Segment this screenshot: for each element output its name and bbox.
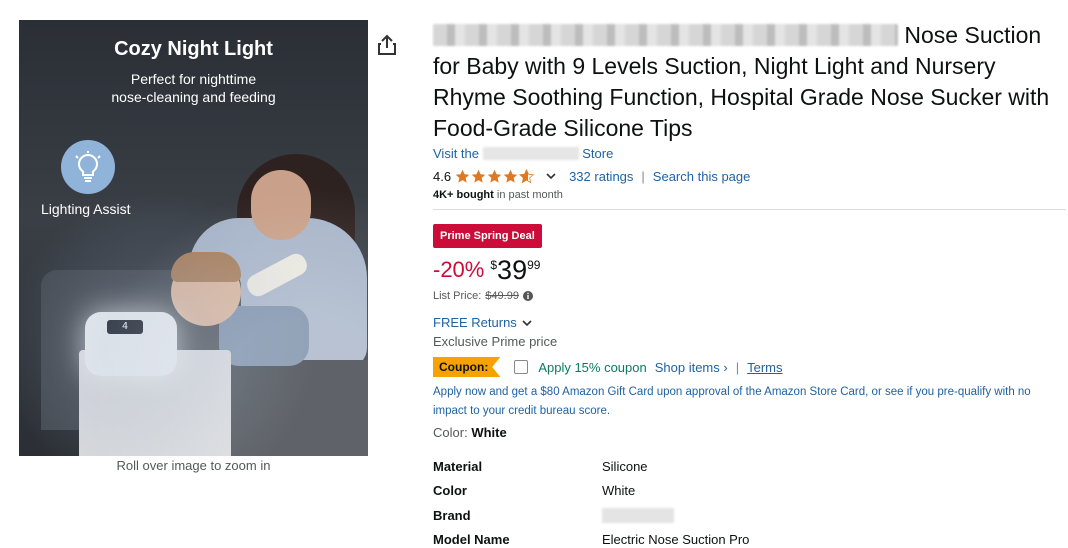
coupon-row: Coupon: Apply 15% coupon Shop items › | … — [433, 357, 1063, 377]
chevron-down-icon[interactable] — [545, 170, 557, 182]
price-whole: 39 — [497, 255, 528, 285]
chevron-down-icon — [522, 319, 532, 326]
list-price: List Price: $49.99 — [433, 290, 1063, 302]
selected-color: Color: White — [433, 425, 507, 440]
price-row: -20% $ 39 99 — [433, 256, 1063, 286]
rating-value: 4.6 — [433, 168, 452, 184]
product-title: Nose Suction for Baby with 9 Levels Suct… — [433, 22, 1050, 141]
price-fraction: 99 — [527, 258, 541, 272]
product-details: Nose Suction for Baby with 9 Levels Suct… — [433, 20, 1066, 548]
rating-row: 4.6 332 ratings | Search this page — [433, 168, 751, 184]
shop-items-link[interactable]: Shop items › — [655, 360, 728, 375]
spec-table: Material Silicone Color White Brand Mode… — [433, 454, 1063, 548]
store-card-offer-link[interactable]: Apply now and get a $80 Amazon Gift Card… — [433, 383, 1063, 421]
deal-badge: Prime Spring Deal — [433, 224, 542, 248]
bought-count: 4K+ bought in past month — [433, 189, 563, 201]
spec-row: Material Silicone — [433, 458, 648, 474]
lightbulb-icon — [61, 140, 115, 194]
star-rating[interactable] — [455, 168, 535, 184]
star-half-icon — [519, 168, 535, 183]
star-full-icon — [455, 169, 470, 183]
star-full-icon — [471, 169, 486, 183]
discount-percent: -20% — [433, 257, 485, 282]
store-link[interactable]: Visit the Store — [433, 146, 1063, 161]
zoom-hint: Roll over image to zoom in — [116, 458, 271, 473]
coupon-checkbox[interactable] — [514, 360, 529, 374]
product-image[interactable]: 4 Cozy Night Light Perfect for nighttime… — [19, 20, 368, 456]
terms-link[interactable]: Terms — [747, 360, 782, 375]
ratings-count-link[interactable]: 332 ratings — [569, 169, 633, 184]
coupon-badge: Coupon: — [433, 357, 501, 377]
star-full-icon — [487, 169, 502, 183]
spec-row: Model Name Electric Nose Suction Pro — [433, 532, 750, 548]
currency-symbol: $ — [490, 258, 498, 272]
image-badge-label: Lighting Assist — [41, 201, 131, 217]
image-subheadline: Perfect for nighttime nose-cleaning and … — [111, 71, 276, 105]
search-this-page-link[interactable]: Search this page — [653, 169, 751, 184]
exclusive-prime-price: Exclusive Prime price — [433, 334, 558, 349]
coupon-text[interactable]: Apply 15% coupon — [538, 360, 646, 375]
free-returns-link[interactable]: FREE Returns — [433, 315, 1063, 330]
redacted-brand — [602, 508, 674, 524]
redacted-title-start — [433, 24, 898, 46]
divider — [433, 209, 1066, 210]
spec-row: Brand — [433, 503, 1063, 528]
star-full-icon — [503, 169, 518, 183]
redacted-store-name — [482, 147, 579, 160]
spec-row: Color White — [433, 483, 636, 499]
info-icon[interactable] — [522, 291, 533, 301]
image-headline: Cozy Night Light — [114, 38, 273, 60]
share-icon[interactable] — [377, 34, 397, 56]
